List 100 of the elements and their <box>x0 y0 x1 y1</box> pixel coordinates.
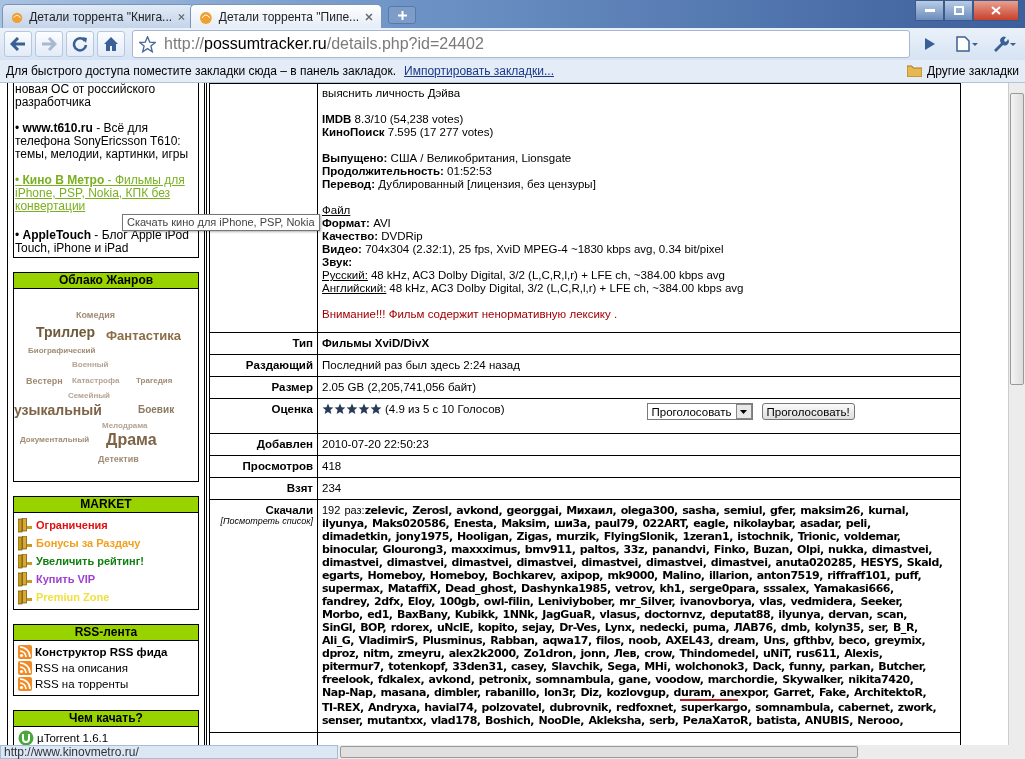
row-label: Тип <box>291 337 313 349</box>
scroll-thumb[interactable] <box>1010 93 1024 385</box>
rss-icon <box>18 677 32 691</box>
ingot-stack-icon <box>18 553 32 569</box>
sidebar-link-entry[interactable]: • www.t610.ru - Всё для телефона SonyEricsson T610: темы, мелодии, картинки, игры <box>15 122 196 161</box>
info-line: Перевод: Дублированный [лицензия, без цензуры] <box>322 178 597 191</box>
minimize-icon <box>924 9 935 12</box>
rating-summary: (4.9 из 5 с 10 Голосов) <box>385 403 505 415</box>
bookmarks-hint: Для быстрого доступа поместите закладки сюда – в панель закладок. <box>6 64 397 78</box>
user-list-line: Morbo, ed1, BaxBany, Kubikk, 1NNk, JagGuaR, vlasus, doctornvz, deputat88, ilyunya, dervan, scan, <box>322 608 909 621</box>
info-line: Звук: <box>322 256 353 269</box>
genre-tag[interactable]: Комедия <box>76 311 116 320</box>
client-link[interactable]: µTorrent 1.6.1 <box>37 732 109 744</box>
back-button[interactable] <box>4 31 32 57</box>
back-arrow-icon <box>10 37 26 51</box>
user-list-line: binocular, Glourong3, maxxximus, bmv911, paltos, 33z, panandvi, Finko, Buzan, Olpi, nukka, dimastvei, <box>322 543 934 556</box>
rss-icon <box>18 661 32 675</box>
user-list-line: dproz, nitm, zmeyru, alex2k2000, Zo1dron, jonn, Лев, crow, Thindomedel, uNiT, rus611, Alexis, <box>322 647 884 660</box>
panel-header: MARKET <box>14 497 198 513</box>
vertical-scrollbar[interactable] <box>1008 83 1025 745</box>
rss-link[interactable]: RSS на торренты <box>35 678 129 690</box>
genre-tag[interactable]: Трагедия <box>136 377 173 385</box>
description-text: выяснить личность Дэйва <box>322 87 462 100</box>
genre-tag[interactable]: Биографический <box>28 347 96 355</box>
user-list-line: fandrey, 2dfx, Eloy, 100gb, owl-filin, Leniviybober, mr_Silver, ivanovborya, vlas, vedmidera, Seeker, <box>322 595 904 608</box>
audio-track-link[interactable]: Русский: <box>322 269 368 282</box>
rss-link[interactable]: RSS на описания <box>35 662 128 674</box>
user-list-line: 192 раз:zelevic, Zerosl, avkond, georggai, Михаил, olega300, sasha, semiul, gfer, maksim26, kurnal, <box>322 504 910 517</box>
info-line: КиноПоиск 7.595 (17 277 votes) <box>322 126 495 139</box>
rss-icon <box>18 645 32 659</box>
wrench-icon <box>992 36 1016 52</box>
row-value: Фильмы XviD/DivX <box>322 337 430 349</box>
file-link[interactable]: Файл <box>322 204 351 216</box>
user-list-line: pitermur7, totenkopf, 33den31, casey, Slavchik, Sega, MHi, wolchonok3, Dack, funny, parkan, Butcher, <box>322 660 927 673</box>
vote-button[interactable]: Проголосовать! <box>761 403 855 420</box>
status-url: http://www.kinovmetro.ru/ <box>0 745 338 759</box>
genre-tag[interactable]: Фантастика <box>106 329 182 342</box>
row-value: Последний раз был здесь 2:24 назад <box>322 359 520 371</box>
user-list-line: Ali_G, VladimirS, Plusminus, Rabban, aqwa17, filos, noob, AXEL43, dream, Uns, gfthbv, beco, greymix, <box>322 634 927 647</box>
scroll-thumb[interactable] <box>340 746 858 758</box>
minimize-button[interactable] <box>915 0 944 21</box>
user-list-line: SinGl, BOP, rdorex, uNclE, kopito, sejay, Dr-Ves, Lynx, nedecki, puma, ЛАВ76, dmb, kolyn35, ser, B_R, <box>322 621 919 634</box>
view-list-link[interactable]: [Посмотреть список] <box>214 516 313 526</box>
home-button[interactable] <box>97 31 125 57</box>
user-list-line: ilyunya, Maks020586, Enesta, Maksim, ши3а, paul79, 022ART, eagle, nikolaybar, asadar, peli, <box>322 517 872 530</box>
user-list-line: dimastvei, dimastvei, dimastvei, dimastvei, dimastvei, dimastvei, dimastvei, anuta020285, HESYS, Skald, <box>322 556 944 569</box>
info-line: 48 kHz, AC3 Dolby Digital, 3/2 (L,C,R,l,r) + LFE ch, ~384.00 kbps avg <box>389 282 744 295</box>
genre-tag[interactable]: Драма <box>106 432 157 448</box>
market-link[interactable]: Ограничения <box>36 519 108 531</box>
genre-tag[interactable]: Документальный <box>20 436 90 444</box>
shell-icon <box>199 9 213 24</box>
ingot-stack-icon <box>18 571 32 587</box>
close-window-button[interactable] <box>973 0 1019 21</box>
other-bookmarks[interactable]: Другие закладки <box>927 64 1019 78</box>
row-value: 2.05 GB (2,205,741,056 байт) <box>322 381 477 393</box>
reload-button[interactable] <box>66 31 94 57</box>
close-icon <box>991 6 1001 15</box>
vote-dropdown[interactable]: Проголосовать <box>647 403 753 420</box>
user-list-line: egarts, Homeboy, Homeboy, Bochkarev, axipop, mk9000, Malino, illarion, anton7519, riffraff101, puff, <box>322 569 923 582</box>
audio-track-link[interactable]: Английский: <box>322 282 387 295</box>
close-icon[interactable] <box>178 12 185 21</box>
genre-tag[interactable]: Детектив <box>98 455 139 464</box>
reload-icon <box>72 36 88 52</box>
info-line: Формат: AVI <box>322 217 392 230</box>
sidebar-link-entry[interactable]: новая ОС от российского разработчика <box>15 83 196 109</box>
dropdown-arrow-icon <box>740 409 748 414</box>
info-line: 48 kHz, AC3 Dolby Digital, 3/2 (L,C,R,l,r) + LFE ch, ~384.00 kbps avg <box>370 269 725 282</box>
tooltip: Скачать кино для iPhone, PSP, Nokia <box>122 214 320 231</box>
new-tab-button[interactable] <box>388 6 416 24</box>
row-label: Раздающий <box>244 359 313 371</box>
market-link[interactable]: Увеличить рейтинг! <box>36 555 144 567</box>
play-icon <box>925 38 935 50</box>
row-label: Добавлен <box>255 438 313 450</box>
import-bookmarks-link[interactable]: Импортировать закладки... <box>404 64 554 78</box>
user-list-line: supermax, MataffiX, Dead_ghost, Dashynka1985, vetrov, kh1, serge0para, sssalex, Yamakasi666, <box>322 582 895 595</box>
market-link[interactable]: Купить VIP <box>36 573 96 585</box>
maximize-icon <box>953 6 964 15</box>
maximize-button[interactable] <box>944 0 973 21</box>
page-icon <box>956 36 978 52</box>
row-label: Оценка <box>270 403 313 415</box>
star-icon[interactable] <box>139 35 156 53</box>
warning-text: Внимание!!! Фильм содержит ненормативную лексику . <box>322 308 619 321</box>
close-icon[interactable] <box>365 12 373 21</box>
row-value: 418 <box>322 460 342 472</box>
browser-tab[interactable]: Детали торрента "Пипе... <box>190 4 382 28</box>
forward-arrow-icon <box>41 37 57 51</box>
genre-tag[interactable]: Боевик <box>138 405 175 415</box>
user-list-line: dimadetkin, jony1975, Hooligan, Zigas, murzik, FlyingSlonik, 1zeran1, istochnik, Trionic, voldemar, <box>322 530 902 543</box>
address-field[interactable]: http://possumtracker.ru/details.php?id=24402 <box>132 30 910 58</box>
horizontal-scrollbar[interactable] <box>338 745 1025 759</box>
genre-tag[interactable]: Триллер <box>36 325 96 339</box>
plus-icon <box>397 10 407 20</box>
genre-tag[interactable]: Вестерн <box>26 377 63 386</box>
panel-header: Облако Жанров <box>14 273 198 289</box>
info-line: IMDB 8.3/10 (54,238 votes) <box>322 113 465 126</box>
folder-icon <box>907 65 923 77</box>
rss-link[interactable]: Конструктор RSS фида <box>35 646 168 658</box>
ingot-stack-icon <box>18 589 32 605</box>
row-label: Скачали <box>264 504 313 516</box>
genre-tag[interactable]: узыкальный <box>14 403 102 417</box>
